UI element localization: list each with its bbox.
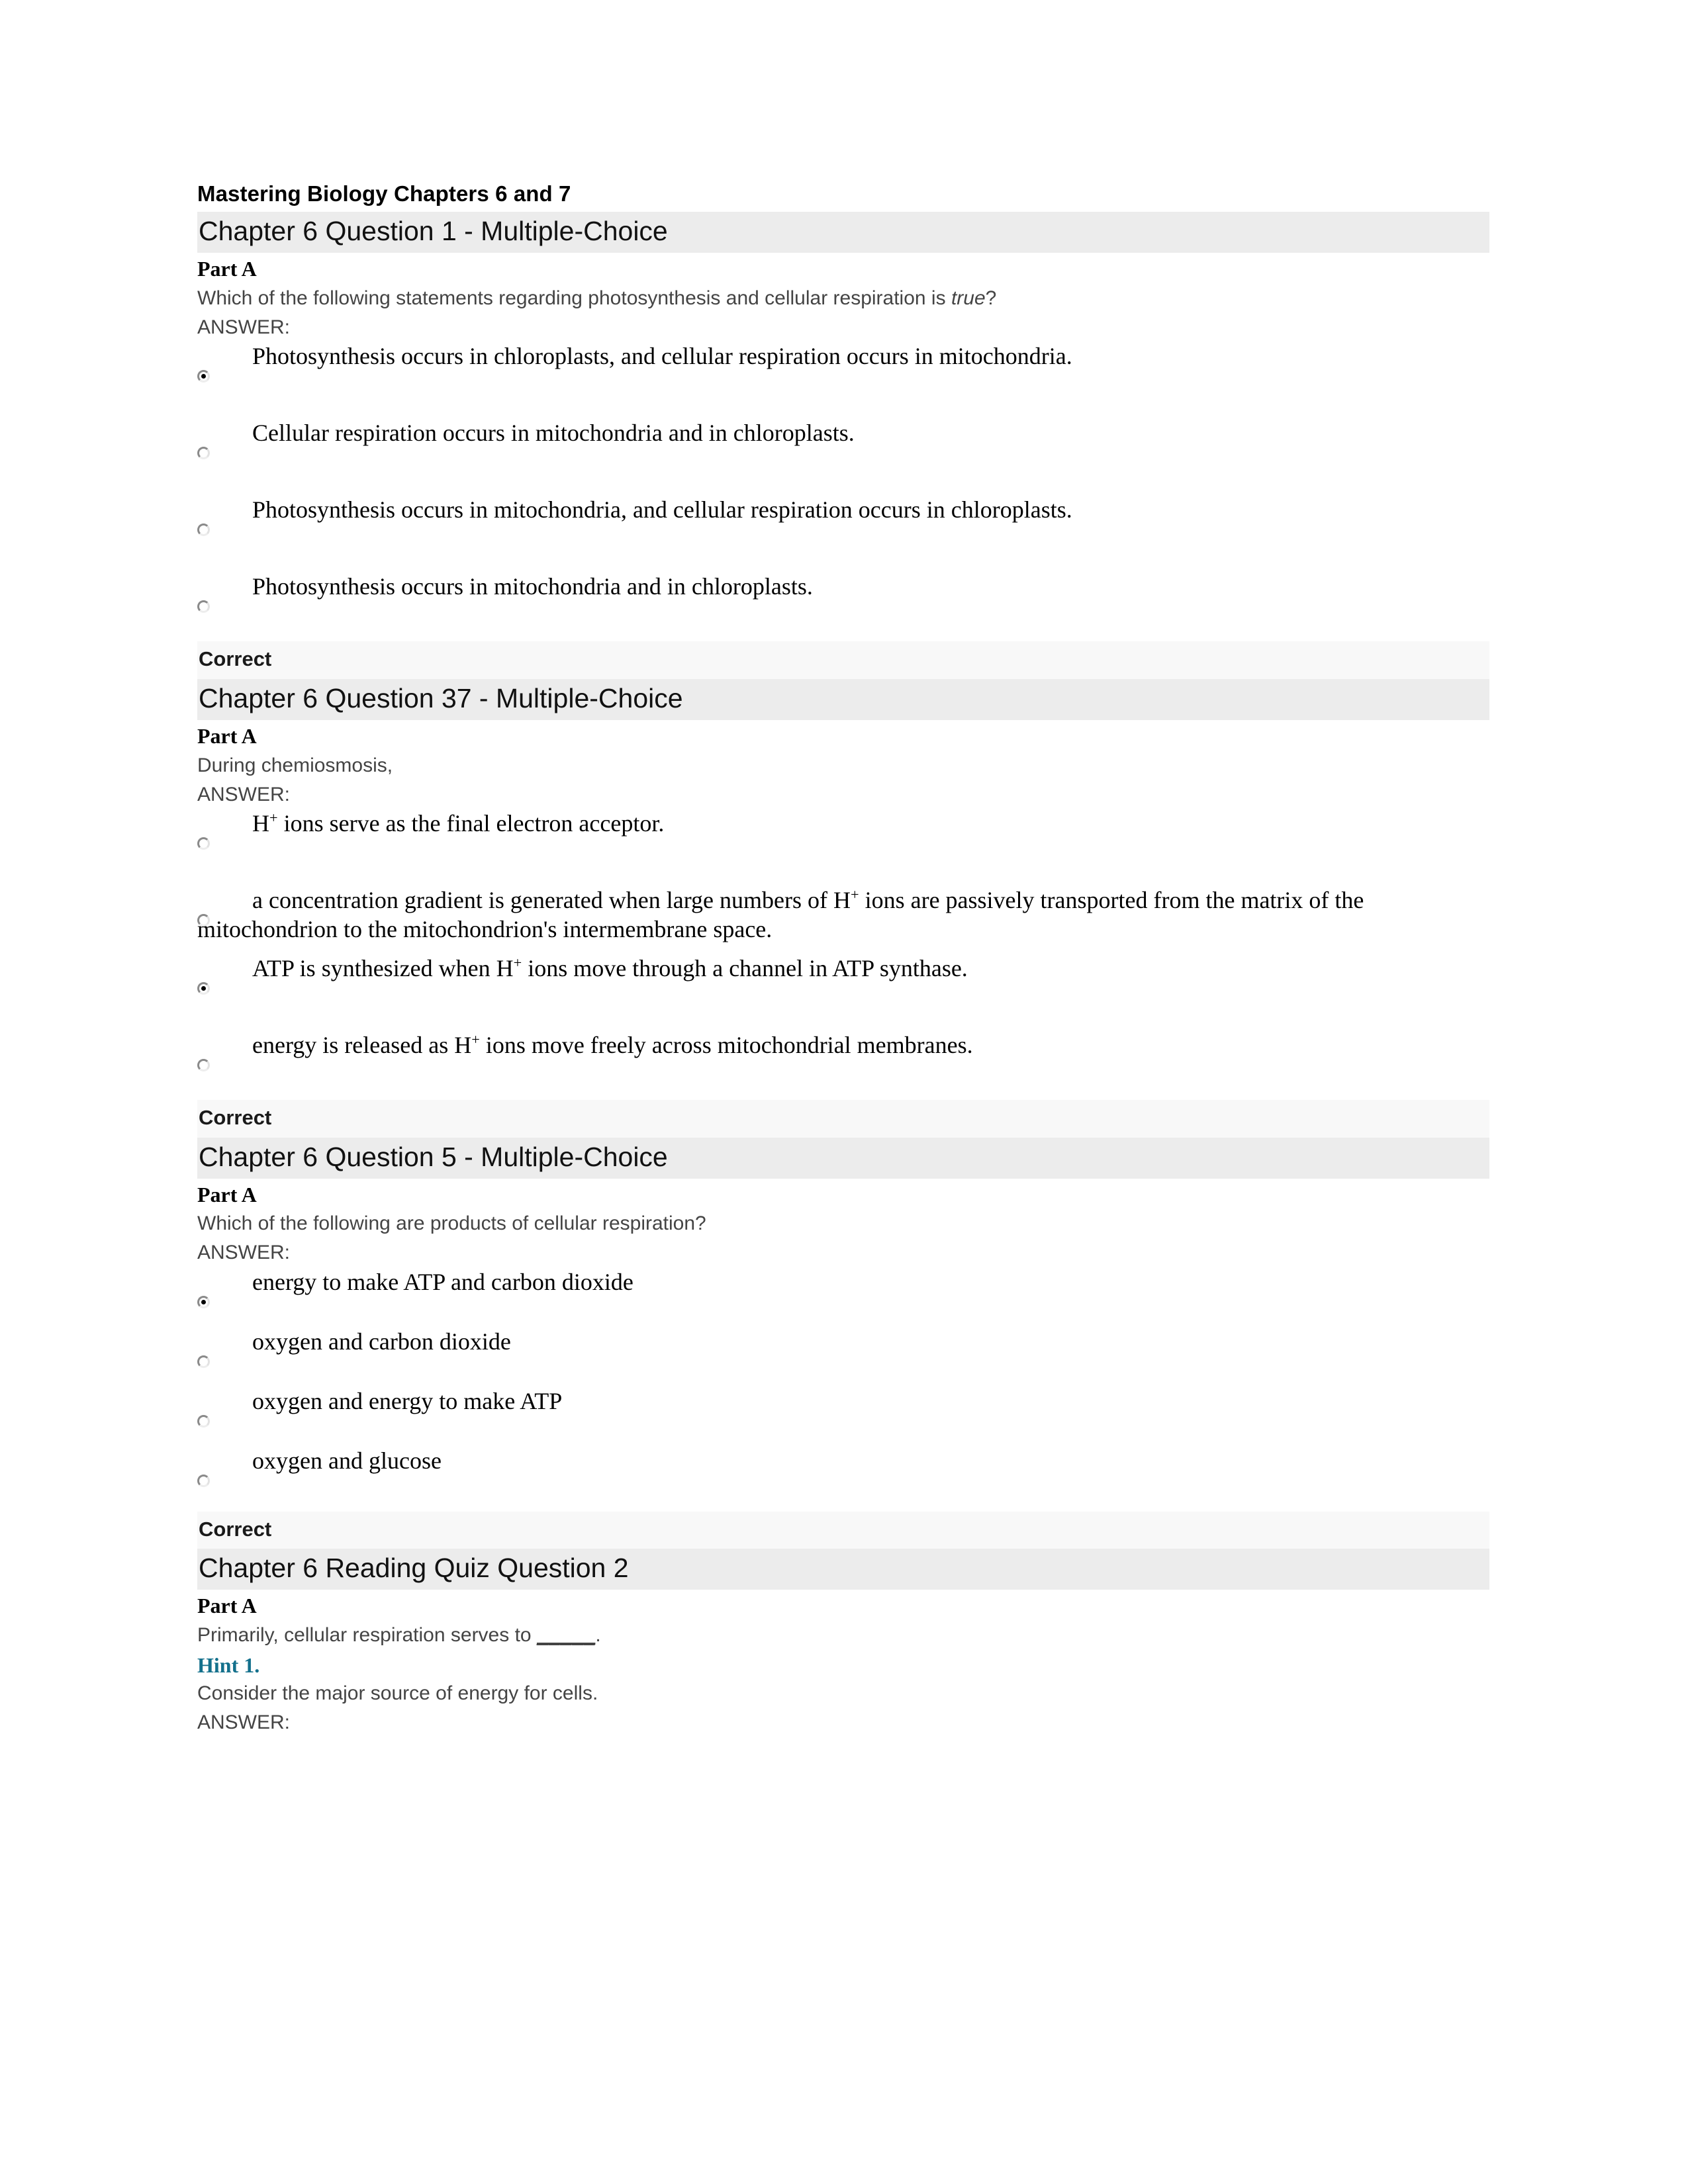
option-row[interactable]: oxygen and energy to make ATP — [197, 1386, 1489, 1428]
prompt-text-before: Which of the following statements regard… — [197, 287, 951, 309]
option-label: energy to make ATP and carbon dioxide — [252, 1268, 633, 1295]
option-row[interactable]: ATP is synthesized when H+ ions move thr… — [197, 953, 1489, 995]
option-label: a concentration gradient is generated wh… — [197, 885, 1489, 943]
option-row[interactable]: oxygen and glucose — [197, 1445, 1489, 1487]
option-text-pre: ATP is synthesized when H — [252, 954, 514, 981]
prompt-text-after: . — [595, 1624, 601, 1647]
answer-label-2: ANSWER: — [197, 783, 291, 805]
radio-dot — [201, 1299, 206, 1304]
superscript-charge: + — [269, 809, 278, 827]
question-prompt-2: During chemiosmosis, — [197, 754, 393, 776]
option-row[interactable]: energy is released as H+ ions move freel… — [197, 1030, 1489, 1071]
option-label: Cellular respiration occurs in mitochond… — [252, 420, 855, 447]
option-text-post: ions move freely across mitochondrial me… — [479, 1031, 973, 1058]
option-label: oxygen and energy to make ATP — [252, 1387, 563, 1414]
option-text-post: ions move through a channel in ATP synth… — [522, 954, 968, 981]
option-row[interactable]: oxygen and carbon dioxide — [197, 1326, 1489, 1368]
radio-button[interactable] — [197, 1058, 210, 1071]
radio-button[interactable] — [197, 1414, 210, 1428]
radio-dot — [201, 374, 206, 379]
radio-dot — [201, 985, 206, 991]
question-prompt-1: Which of the following statements regard… — [197, 285, 1489, 312]
part-label-3: Part A — [197, 1182, 257, 1206]
answer-label-1: ANSWER: — [197, 316, 291, 338]
prompt-text-before: Primarily, cellular respiration serves t… — [197, 1624, 537, 1647]
option-label: energy is released as H+ ions move freel… — [252, 1030, 1489, 1060]
option-label: Photosynthesis occurs in chloroplasts, a… — [252, 343, 1072, 370]
option-label: H+ ions serve as the final electron acce… — [252, 808, 1489, 838]
option-text-post: ions serve as the final electron accepto… — [277, 810, 665, 837]
option-row[interactable]: energy to make ATP and carbon dioxide — [197, 1267, 1489, 1308]
option-label: oxygen and glucose — [252, 1447, 442, 1474]
prompt-text-after: ? — [985, 287, 997, 309]
options-list-1: Photosynthesis occurs in chloroplasts, a… — [197, 341, 1489, 614]
prompt-emphasis: true — [951, 287, 986, 309]
question-header-3: Chapter 6 Question 5 - Multiple-Choice — [197, 1137, 1489, 1179]
option-label: Photosynthesis occurs in mitochondria an… — [252, 573, 813, 600]
superscript-charge: + — [513, 954, 522, 971]
answer-label-4: ANSWER: — [197, 1711, 291, 1734]
option-row[interactable]: Cellular respiration occurs in mitochond… — [197, 418, 1489, 460]
option-text-pre: H — [252, 810, 269, 837]
radio-button[interactable] — [197, 1355, 210, 1368]
options-list-2: H+ ions serve as the final electron acce… — [197, 808, 1489, 1071]
options-list-3: energy to make ATP and carbon dioxide ox… — [197, 1267, 1489, 1487]
question-prompt-3: Which of the following are products of c… — [197, 1212, 706, 1235]
radio-button-selected[interactable] — [197, 981, 210, 995]
option-row[interactable]: Photosynthesis occurs in mitochondria an… — [197, 571, 1489, 614]
question-header-2: Chapter 6 Question 37 - Multiple-Choice — [197, 679, 1489, 721]
question-header-1: Chapter 6 Question 1 - Multiple-Choice — [197, 212, 1489, 253]
option-label: ATP is synthesized when H+ ions move thr… — [252, 953, 1489, 983]
document-title: Mastering Biology Chapters 6 and 7 — [197, 181, 571, 206]
part-label-1: Part A — [197, 257, 257, 281]
superscript-charge: + — [851, 886, 859, 903]
option-label: Photosynthesis occurs in mitochondria, a… — [252, 496, 1072, 523]
status-badge-2: Correct — [197, 1099, 1489, 1138]
hint-text: Consider the major source of energy for … — [197, 1682, 598, 1705]
radio-button[interactable] — [197, 1474, 210, 1487]
document-page: Mastering Biology Chapters 6 and 7 Chapt… — [0, 0, 1688, 2184]
answer-label-3: ANSWER: — [197, 1241, 291, 1263]
status-badge-1: Correct — [197, 641, 1489, 680]
option-label: oxygen and carbon dioxide — [252, 1328, 511, 1355]
radio-button-selected[interactable] — [197, 1295, 210, 1308]
option-text-pre: energy is released as H — [252, 1031, 472, 1058]
option-row[interactable]: a concentration gradient is generated wh… — [197, 885, 1489, 943]
option-text-pre: a concentration gradient is generated wh… — [252, 887, 851, 914]
option-row[interactable]: Photosynthesis occurs in mitochondria, a… — [197, 494, 1489, 537]
part-label-4: Part A — [197, 1594, 257, 1618]
option-row[interactable]: Photosynthesis occurs in chloroplasts, a… — [197, 341, 1489, 383]
status-badge-3: Correct — [197, 1511, 1489, 1549]
fill-in-blank: _____ — [536, 1624, 596, 1647]
option-row[interactable]: H+ ions serve as the final electron acce… — [197, 808, 1489, 850]
superscript-charge: + — [471, 1030, 480, 1048]
question-header-4: Chapter 6 Reading Quiz Question 2 — [197, 1549, 1489, 1590]
part-label-2: Part A — [197, 724, 257, 749]
hint-link[interactable]: Hint 1. — [197, 1652, 1489, 1680]
question-prompt-4: Primarily, cellular respiration serves t… — [197, 1622, 1489, 1649]
